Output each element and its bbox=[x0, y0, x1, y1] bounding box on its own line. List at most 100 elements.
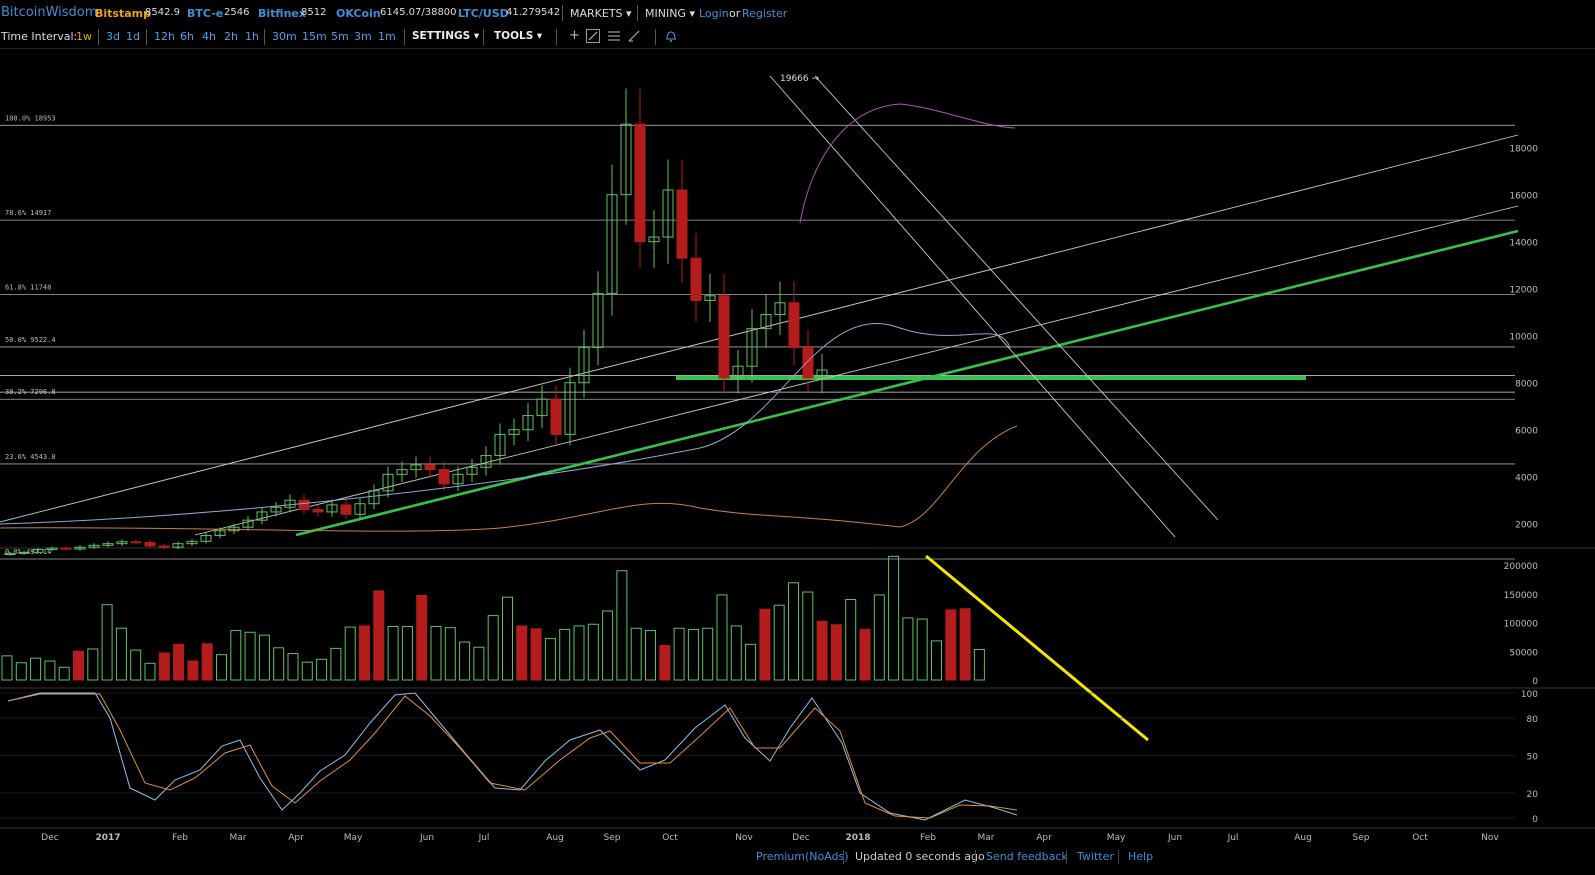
volume-bar bbox=[544, 638, 556, 681]
brand-logo-link[interactable]: BitcoinWisdom bbox=[1, 5, 97, 20]
horizontal-lines-icon[interactable] bbox=[607, 29, 621, 47]
interval-1d-button[interactable]: 1d bbox=[126, 30, 140, 43]
price-axis-tick-label: 8000 bbox=[1515, 380, 1538, 390]
divider bbox=[1066, 850, 1067, 864]
alert-bell-icon[interactable] bbox=[664, 29, 678, 47]
volume-bar bbox=[287, 653, 299, 681]
volume-bar bbox=[759, 608, 771, 681]
fib-level-label: 23.6% 4543.0 bbox=[5, 453, 56, 461]
fib-level-label: 61.8% 11748 bbox=[5, 284, 51, 292]
volume-bar bbox=[73, 650, 84, 681]
volume-bar bbox=[973, 649, 985, 681]
ticker-okcoin-name[interactable]: OKCoin bbox=[336, 7, 381, 20]
fib-level-label: 100.0% 18953 bbox=[5, 114, 56, 122]
time-axis-tick-label: Jun bbox=[1167, 833, 1182, 843]
ticker-bitstamp-name[interactable]: Bitstamp bbox=[95, 7, 151, 20]
update-status-text: Updated 0 seconds ago bbox=[855, 850, 985, 863]
candle-body bbox=[158, 545, 170, 548]
mining-menu-button[interactable]: MINING ▾ bbox=[645, 7, 695, 20]
send-feedback-link[interactable]: Send feedback bbox=[986, 850, 1068, 863]
settings-menu-button[interactable]: SETTINGS ▾ bbox=[412, 30, 479, 42]
twitter-link[interactable]: Twitter bbox=[1077, 850, 1114, 863]
time-axis-tick-label: Oct bbox=[1412, 833, 1428, 843]
time-axis-tick-label: Apr bbox=[288, 833, 304, 843]
volume-bar bbox=[902, 617, 914, 681]
price-axis-tick-label: 12000 bbox=[1509, 286, 1538, 296]
volume-bar bbox=[15, 662, 27, 681]
interval-5m-button[interactable]: 5m bbox=[331, 30, 349, 43]
volume-axis-tick-label: 50000 bbox=[1509, 648, 1538, 658]
moving-average-orange bbox=[0, 425, 1018, 532]
stoch-axis-tick-label: 20 bbox=[1527, 790, 1539, 800]
interval-30m-button[interactable]: 30m bbox=[272, 30, 297, 43]
volume-bar bbox=[559, 628, 571, 681]
volume-axis-tick-label: 150000 bbox=[1504, 591, 1539, 601]
volume-bar bbox=[916, 618, 928, 681]
volume-bar bbox=[330, 647, 342, 681]
time-axis-tick-label: Jul bbox=[478, 833, 490, 843]
volume-bar bbox=[1, 655, 13, 681]
volume-bar bbox=[830, 624, 842, 681]
volume-axis-tick-label: 100000 bbox=[1504, 620, 1539, 630]
interval-1m-button[interactable]: 1m bbox=[378, 30, 396, 43]
markets-menu-button[interactable]: MARKETS ▾ bbox=[570, 7, 632, 20]
time-axis-tick-label: Oct bbox=[662, 833, 678, 843]
candle-body bbox=[634, 123, 646, 243]
help-link[interactable]: Help bbox=[1128, 850, 1153, 863]
chart-toolbar: Time Interval: 1w 3d 1d 12h 6h 4h 2h 1h … bbox=[0, 26, 1595, 49]
moving-average-blue bbox=[0, 323, 1011, 525]
price-axis-tick-label: 16000 bbox=[1509, 192, 1538, 202]
divider bbox=[562, 5, 563, 21]
divider bbox=[975, 850, 976, 864]
ticker-ltcusd-name[interactable]: LTC/USD bbox=[458, 7, 509, 20]
interval-1h-button[interactable]: 1h bbox=[245, 30, 259, 43]
fib-level-label: 78.6% 14917 bbox=[5, 209, 51, 217]
candle-body bbox=[144, 542, 156, 547]
price-axis-tick-label: 2000 bbox=[1515, 521, 1538, 531]
volume-bar bbox=[487, 615, 499, 681]
time-axis-tick-label: Nov bbox=[1481, 833, 1499, 843]
status-footer: Premium(NoAds) Updated 0 seconds ago Sen… bbox=[0, 845, 1595, 875]
price-chart-canvas[interactable]: 2000400060008000100001200014000160001800… bbox=[0, 48, 1595, 845]
candle-body bbox=[788, 302, 800, 348]
volume-bar bbox=[645, 630, 656, 681]
candle-body bbox=[340, 504, 352, 515]
volume-bar bbox=[87, 648, 99, 681]
interval-12h-button[interactable]: 12h bbox=[154, 30, 175, 43]
divider bbox=[637, 5, 638, 21]
volume-bar bbox=[115, 627, 127, 681]
premium-link[interactable]: Premium(NoAds) bbox=[756, 850, 849, 863]
candle-body bbox=[550, 398, 562, 435]
ticker-bitfinex-name[interactable]: Bitfinex bbox=[258, 7, 306, 20]
price-axis-tick-label: 10000 bbox=[1509, 333, 1538, 343]
candle-body bbox=[690, 257, 702, 301]
descending-channel-line bbox=[814, 75, 1219, 521]
interval-3d-button[interactable]: 3d bbox=[106, 30, 120, 43]
crosshair-icon[interactable]: + bbox=[569, 28, 580, 43]
volume-bar bbox=[158, 652, 170, 681]
volume-bar bbox=[745, 643, 757, 681]
time-axis-tick-label: Mar bbox=[230, 833, 247, 843]
stoch-axis-tick-label: 100 bbox=[1521, 690, 1538, 700]
interval-1w-button[interactable]: 1w bbox=[76, 30, 92, 43]
register-link[interactable]: Register bbox=[742, 7, 787, 20]
interval-15m-button[interactable]: 15m bbox=[302, 30, 327, 43]
volume-bar bbox=[173, 643, 185, 681]
interval-6h-button[interactable]: 6h bbox=[180, 30, 194, 43]
time-axis-tick-label: 2018 bbox=[845, 833, 870, 843]
ticker-btce-name[interactable]: BTC-e bbox=[187, 7, 223, 20]
interval-3m-button[interactable]: 3m bbox=[354, 30, 372, 43]
time-axis-tick-label: Dec bbox=[41, 833, 58, 843]
interval-2h-button[interactable]: 2h bbox=[224, 30, 238, 43]
volume-bar bbox=[716, 594, 728, 681]
time-interval-label: Time Interval: bbox=[1, 30, 78, 43]
login-link[interactable]: Login bbox=[699, 7, 729, 20]
time-axis-tick-label: Sep bbox=[604, 833, 621, 843]
volume-bar bbox=[773, 604, 785, 681]
volume-bar bbox=[58, 666, 70, 681]
tools-menu-button[interactable]: TOOLS ▾ bbox=[494, 30, 542, 42]
interval-4h-button[interactable]: 4h bbox=[202, 30, 216, 43]
line-tool-icon[interactable] bbox=[586, 29, 600, 47]
pencil-icon[interactable] bbox=[627, 29, 641, 47]
volume-bar bbox=[802, 591, 814, 681]
